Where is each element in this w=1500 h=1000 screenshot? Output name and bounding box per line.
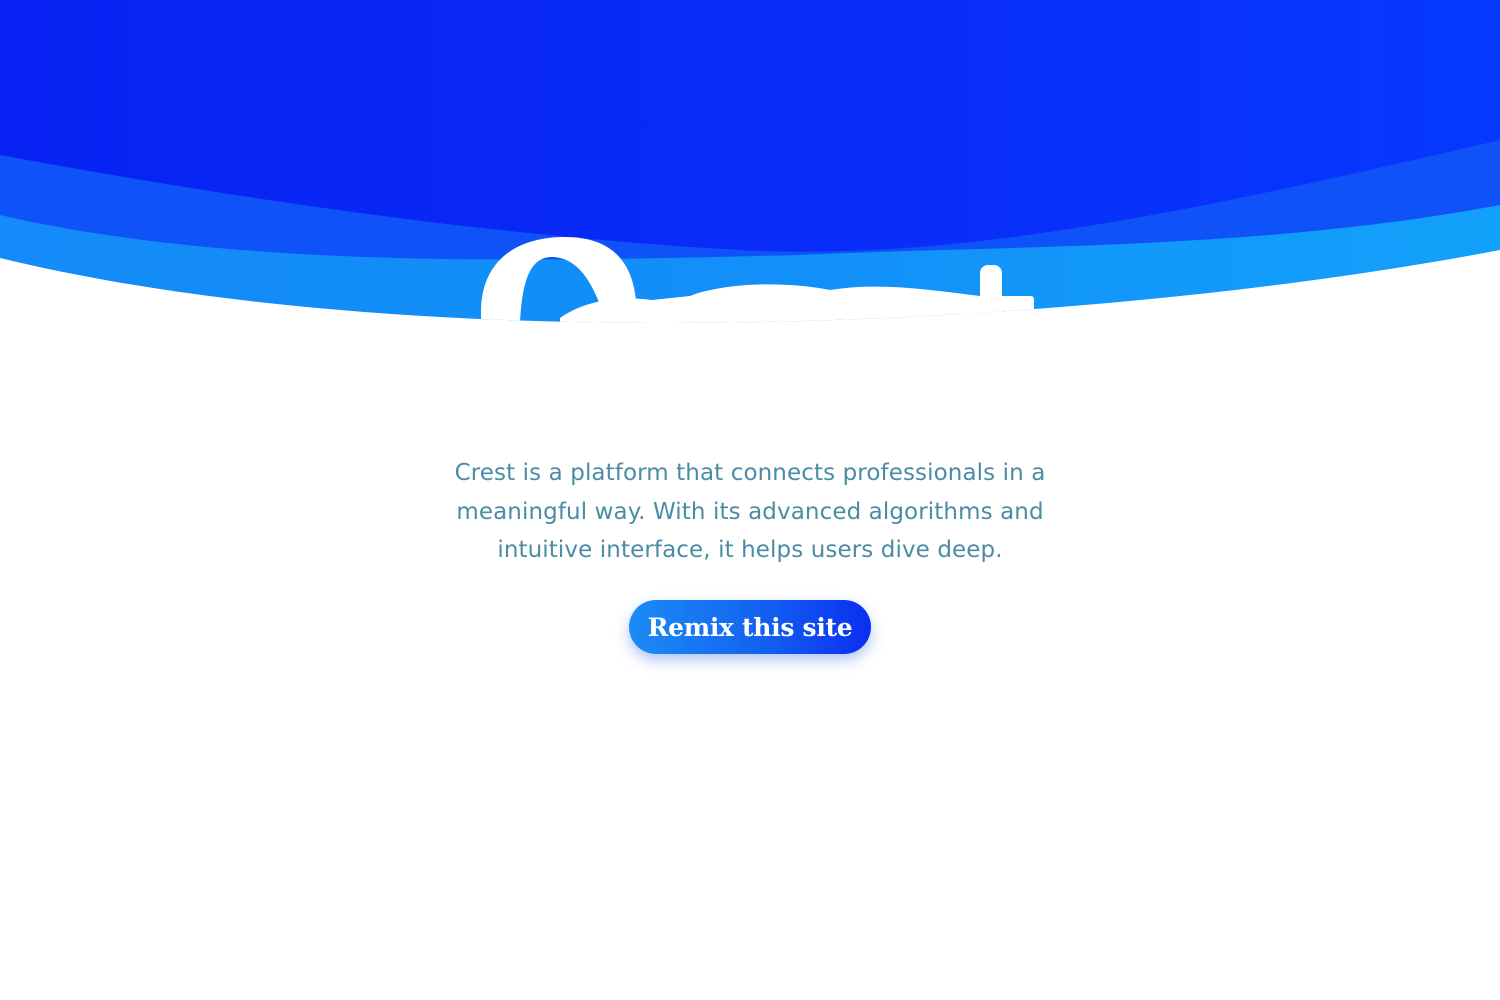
landing-page: Crest is a platform that connects profes… bbox=[0, 0, 1500, 1000]
wave-graphic bbox=[0, 0, 1500, 323]
hero-wave-header bbox=[0, 0, 1500, 360]
hero-description: Crest is a platform that connects profes… bbox=[454, 460, 1046, 563]
remix-site-button[interactable]: Remix this site bbox=[629, 600, 871, 654]
